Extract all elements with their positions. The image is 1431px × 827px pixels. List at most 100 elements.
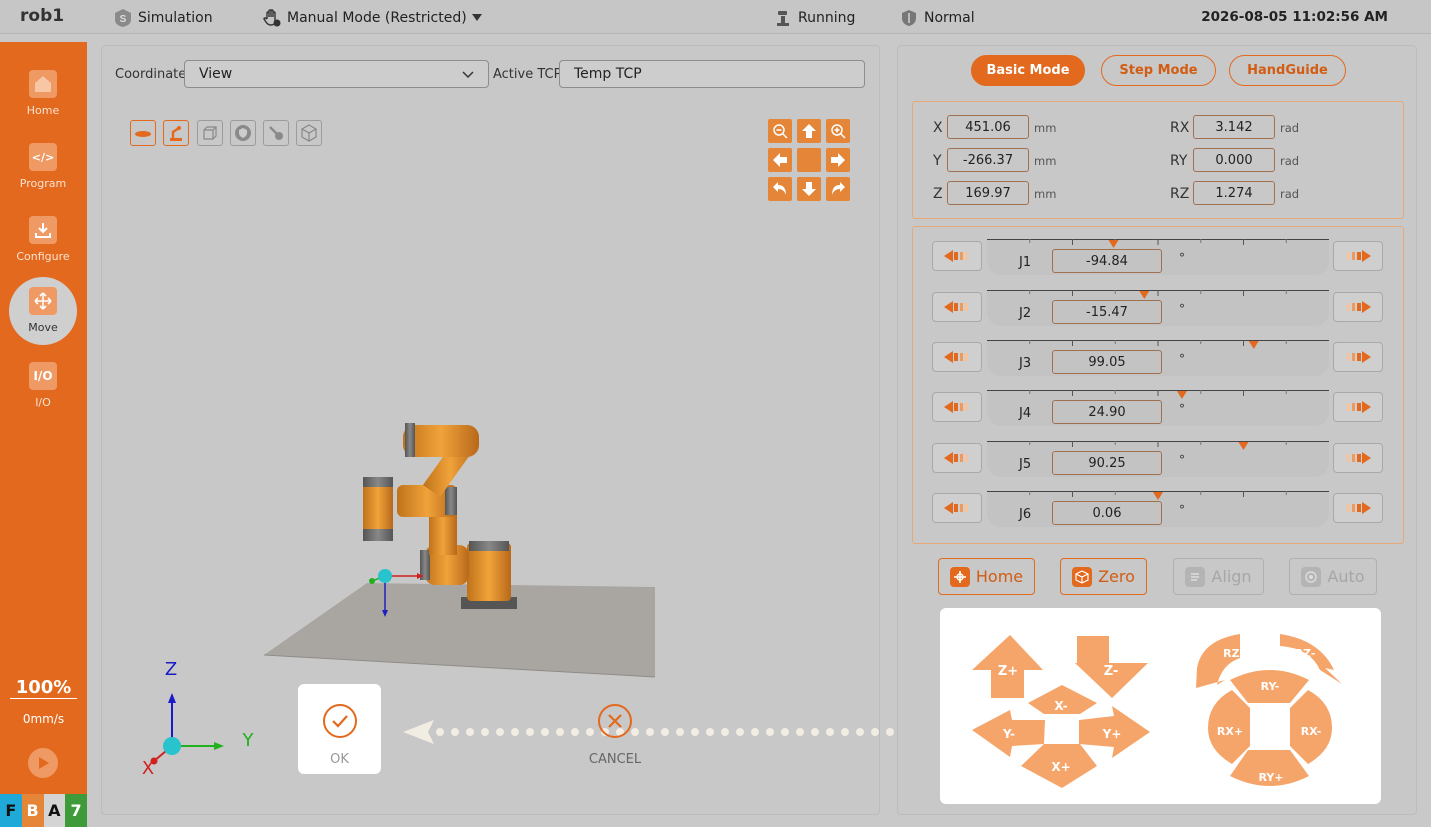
reset-view-button[interactable] xyxy=(797,148,821,172)
jog-ry-plus-label: RY+ xyxy=(1258,771,1283,784)
joint-plus-button[interactable] xyxy=(1333,292,1383,322)
pose-rz-label: RZ xyxy=(1170,186,1190,202)
arrow-left-icon xyxy=(944,502,968,514)
joint-row-j1: J1 -94.84 ° xyxy=(932,239,1383,279)
tool-view-button[interactable] xyxy=(263,120,289,146)
joint-value-field[interactable]: -15.47 xyxy=(1052,300,1162,324)
joint-slider-scale xyxy=(987,390,1329,399)
joint-value-field[interactable]: 0.06 xyxy=(1052,501,1162,525)
robot-icon xyxy=(170,126,182,141)
align-button[interactable]: Align xyxy=(1173,558,1264,595)
pose-x-field[interactable]: 451.06 xyxy=(947,115,1029,139)
simulation-icon: S xyxy=(115,9,131,27)
check-icon xyxy=(322,704,357,738)
sidebar-item-label: Program xyxy=(19,177,67,190)
floor-view-button[interactable] xyxy=(130,120,156,146)
auto-button[interactable]: Auto xyxy=(1289,558,1377,595)
pose-rx-unit: rad xyxy=(1280,121,1300,135)
play-button[interactable] xyxy=(28,748,58,778)
speed-percent[interactable]: 100% xyxy=(0,677,87,698)
pose-z-field[interactable]: 169.97 xyxy=(947,181,1029,205)
rotate-left-button[interactable] xyxy=(768,177,792,201)
pan-down-button[interactable] xyxy=(797,177,821,201)
pose-ry-field[interactable]: 0.000 xyxy=(1193,148,1275,172)
cube-icon xyxy=(203,126,217,140)
joint-value-field[interactable]: 90.25 xyxy=(1052,451,1162,475)
step-mode-button[interactable]: Step Mode xyxy=(1101,55,1216,86)
ok-button[interactable]: OK xyxy=(298,684,381,774)
pan-right-button[interactable] xyxy=(826,148,850,172)
joint-plus-button[interactable] xyxy=(1333,241,1383,271)
joint-name: J6 xyxy=(1019,507,1032,522)
joint-minus-button[interactable] xyxy=(932,292,982,322)
cube-view-button[interactable] xyxy=(197,120,223,146)
joint-minus-button[interactable] xyxy=(932,342,982,372)
basic-mode-button[interactable]: Basic Mode xyxy=(971,55,1085,86)
joint-value-field[interactable]: -94.84 xyxy=(1052,249,1162,273)
safety-view-button[interactable] xyxy=(230,120,256,146)
status-badges: F B A 7 xyxy=(0,794,87,827)
joint-slider-marker xyxy=(1238,442,1249,450)
sidebar-item-home[interactable]: Home xyxy=(9,60,77,128)
pose-rx-field[interactable]: 3.142 xyxy=(1193,115,1275,139)
align-icon xyxy=(1185,566,1206,587)
joint-name: J1 xyxy=(1019,255,1032,270)
zoom-out-button[interactable] xyxy=(768,119,792,143)
sidebar-item-move[interactable]: Move xyxy=(9,277,77,345)
pose-y-field[interactable]: -266.37 xyxy=(947,148,1029,172)
robot-3d-view[interactable] xyxy=(255,415,665,685)
sidebar-item-io[interactable]: I/O I/O xyxy=(9,352,77,420)
joint-plus-button[interactable] xyxy=(1333,443,1383,473)
svg-text:S: S xyxy=(120,14,127,25)
pose-ry-unit: rad xyxy=(1280,154,1300,168)
joint-name: J3 xyxy=(1019,356,1032,371)
zoom-in-icon xyxy=(831,124,846,139)
joint-row-j4: J4 24.90 ° xyxy=(932,390,1383,430)
sidebar: Home </> Program Configure Move I/O I/O … xyxy=(0,42,87,827)
jog-rx-minus-label: RX- xyxy=(1301,725,1322,738)
joint-slider-marker xyxy=(1176,391,1187,399)
jog-z-minus-label: Z- xyxy=(1104,664,1119,679)
joint-slider-marker xyxy=(1248,341,1259,349)
mode-dropdown[interactable]: Manual Mode (Restricted) xyxy=(262,8,482,28)
run-status: Running xyxy=(773,8,855,28)
handguide-mode-button[interactable]: HandGuide xyxy=(1229,55,1346,86)
top-bar: rob1 S Simulation Manual Mode (Restricte… xyxy=(0,0,1431,34)
home-button[interactable]: Home xyxy=(938,558,1035,595)
joint-plus-button[interactable] xyxy=(1333,392,1383,422)
pan-left-button[interactable] xyxy=(768,148,792,172)
joint-minus-button[interactable] xyxy=(932,392,982,422)
arrow-left-icon xyxy=(944,351,968,363)
simulation-indicator[interactable]: S Simulation xyxy=(113,8,213,28)
zoom-in-button[interactable] xyxy=(826,119,850,143)
joint-slider-scale xyxy=(987,290,1329,299)
joint-minus-button[interactable] xyxy=(932,443,982,473)
hand-icon xyxy=(263,9,281,27)
sidebar-item-configure[interactable]: Configure xyxy=(9,206,77,274)
tcp-field[interactable]: Temp TCP xyxy=(559,60,865,88)
joint-value-field[interactable]: 99.05 xyxy=(1052,350,1162,374)
joint-plus-button[interactable] xyxy=(1333,342,1383,372)
arrow-left-icon xyxy=(944,401,968,413)
rotate-right-button[interactable] xyxy=(826,177,850,201)
joint-minus-button[interactable] xyxy=(932,493,982,523)
joint-row-j6: J6 0.06 ° xyxy=(932,491,1383,531)
robot-view-button[interactable] xyxy=(163,120,189,146)
joint-unit: ° xyxy=(1179,503,1185,517)
pan-up-button[interactable] xyxy=(797,119,821,143)
zero-button[interactable]: Zero xyxy=(1060,558,1147,595)
sidebar-item-program[interactable]: </> Program xyxy=(9,133,77,201)
jog-x-plus-label: X+ xyxy=(1051,760,1070,774)
cancel-button[interactable]: CANCEL xyxy=(580,684,650,774)
floor-icon xyxy=(135,131,151,137)
coordinate-select[interactable]: View xyxy=(184,60,489,88)
joint-name: J4 xyxy=(1019,406,1032,421)
joint-slider-marker xyxy=(1108,240,1119,248)
joint-minus-button[interactable] xyxy=(932,241,982,271)
joint-value-field[interactable]: 24.90 xyxy=(1052,400,1162,424)
jog-y-minus-label: Y- xyxy=(1002,727,1015,741)
align-label: Align xyxy=(1211,567,1252,586)
pose-rz-field[interactable]: 1.274 xyxy=(1193,181,1275,205)
object-view-button[interactable] xyxy=(296,120,322,146)
joint-plus-button[interactable] xyxy=(1333,493,1383,523)
